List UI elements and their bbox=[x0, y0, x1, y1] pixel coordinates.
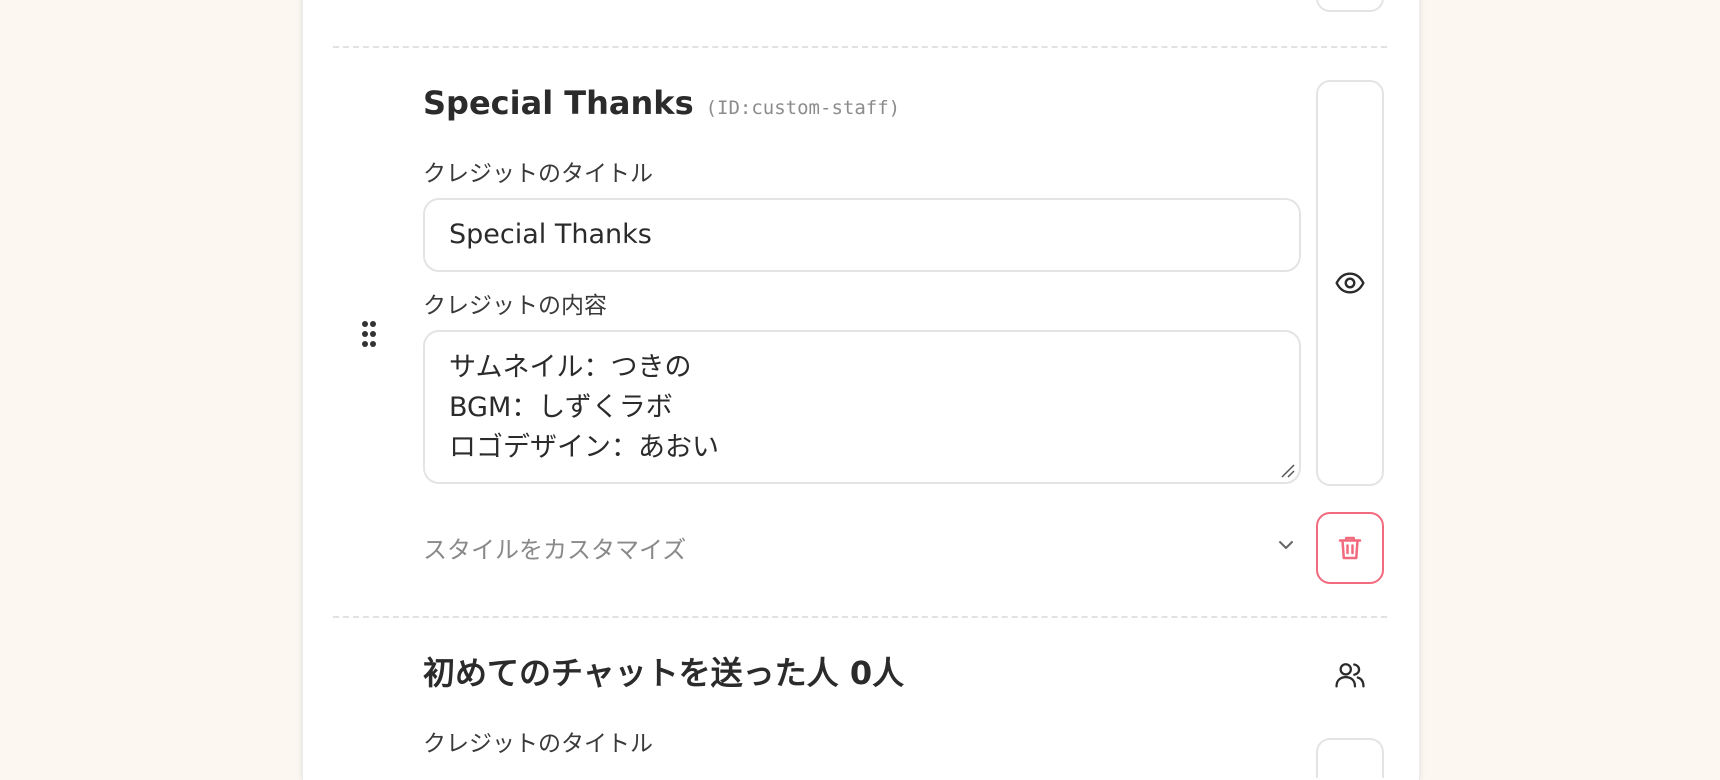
section-divider bbox=[333, 46, 1387, 48]
users-icon bbox=[1335, 663, 1365, 688]
resize-grip-icon[interactable] bbox=[1279, 462, 1295, 478]
drag-handle-icon[interactable] bbox=[361, 320, 377, 348]
credit-content-line: ロゴデザイン：あおい bbox=[449, 432, 719, 463]
credits-editor-panel: Special Thanks (ID:custom-staff) クレジットのタ… bbox=[302, 0, 1420, 780]
credit-content-label: クレジットの内容 bbox=[423, 293, 607, 319]
chevron-down-icon[interactable] bbox=[1275, 534, 1297, 556]
credit-title-value: Special Thanks bbox=[449, 219, 652, 250]
section-divider bbox=[333, 616, 1387, 618]
credit-title-label: クレジットのタイトル bbox=[423, 731, 653, 757]
visibility-toggle-button[interactable] bbox=[1316, 80, 1384, 486]
eye-icon bbox=[1335, 272, 1365, 294]
trash-icon bbox=[1338, 536, 1362, 560]
credit-title-label: クレジットのタイトル bbox=[423, 161, 653, 187]
credit-title-input[interactable]: Special Thanks bbox=[423, 198, 1301, 272]
credit-content-line: BGM：しずくラボ bbox=[449, 392, 673, 423]
credit-item-id: (ID:custom-staff) bbox=[705, 97, 901, 119]
credit-content-line: サムネイル：つきの bbox=[449, 352, 692, 383]
customize-style-toggle[interactable]: スタイルをカスタマイズ bbox=[423, 530, 686, 565]
credit-item-title: 初めてのチャットを送った人 0人 bbox=[423, 654, 905, 692]
credit-item-header: Special Thanks (ID:custom-staff) bbox=[423, 84, 900, 122]
delete-item-button[interactable] bbox=[1316, 512, 1384, 584]
previous-item-button[interactable] bbox=[1316, 0, 1384, 12]
visibility-toggle-button[interactable] bbox=[1316, 738, 1384, 778]
credit-item-title: Special Thanks bbox=[423, 84, 694, 122]
credit-content-textarea[interactable]: サムネイル：つきの BGM：しずくラボ ロゴデザイン：あおい bbox=[423, 330, 1301, 484]
credit-item-header: 初めてのチャットを送った人 0人 bbox=[423, 648, 904, 694]
